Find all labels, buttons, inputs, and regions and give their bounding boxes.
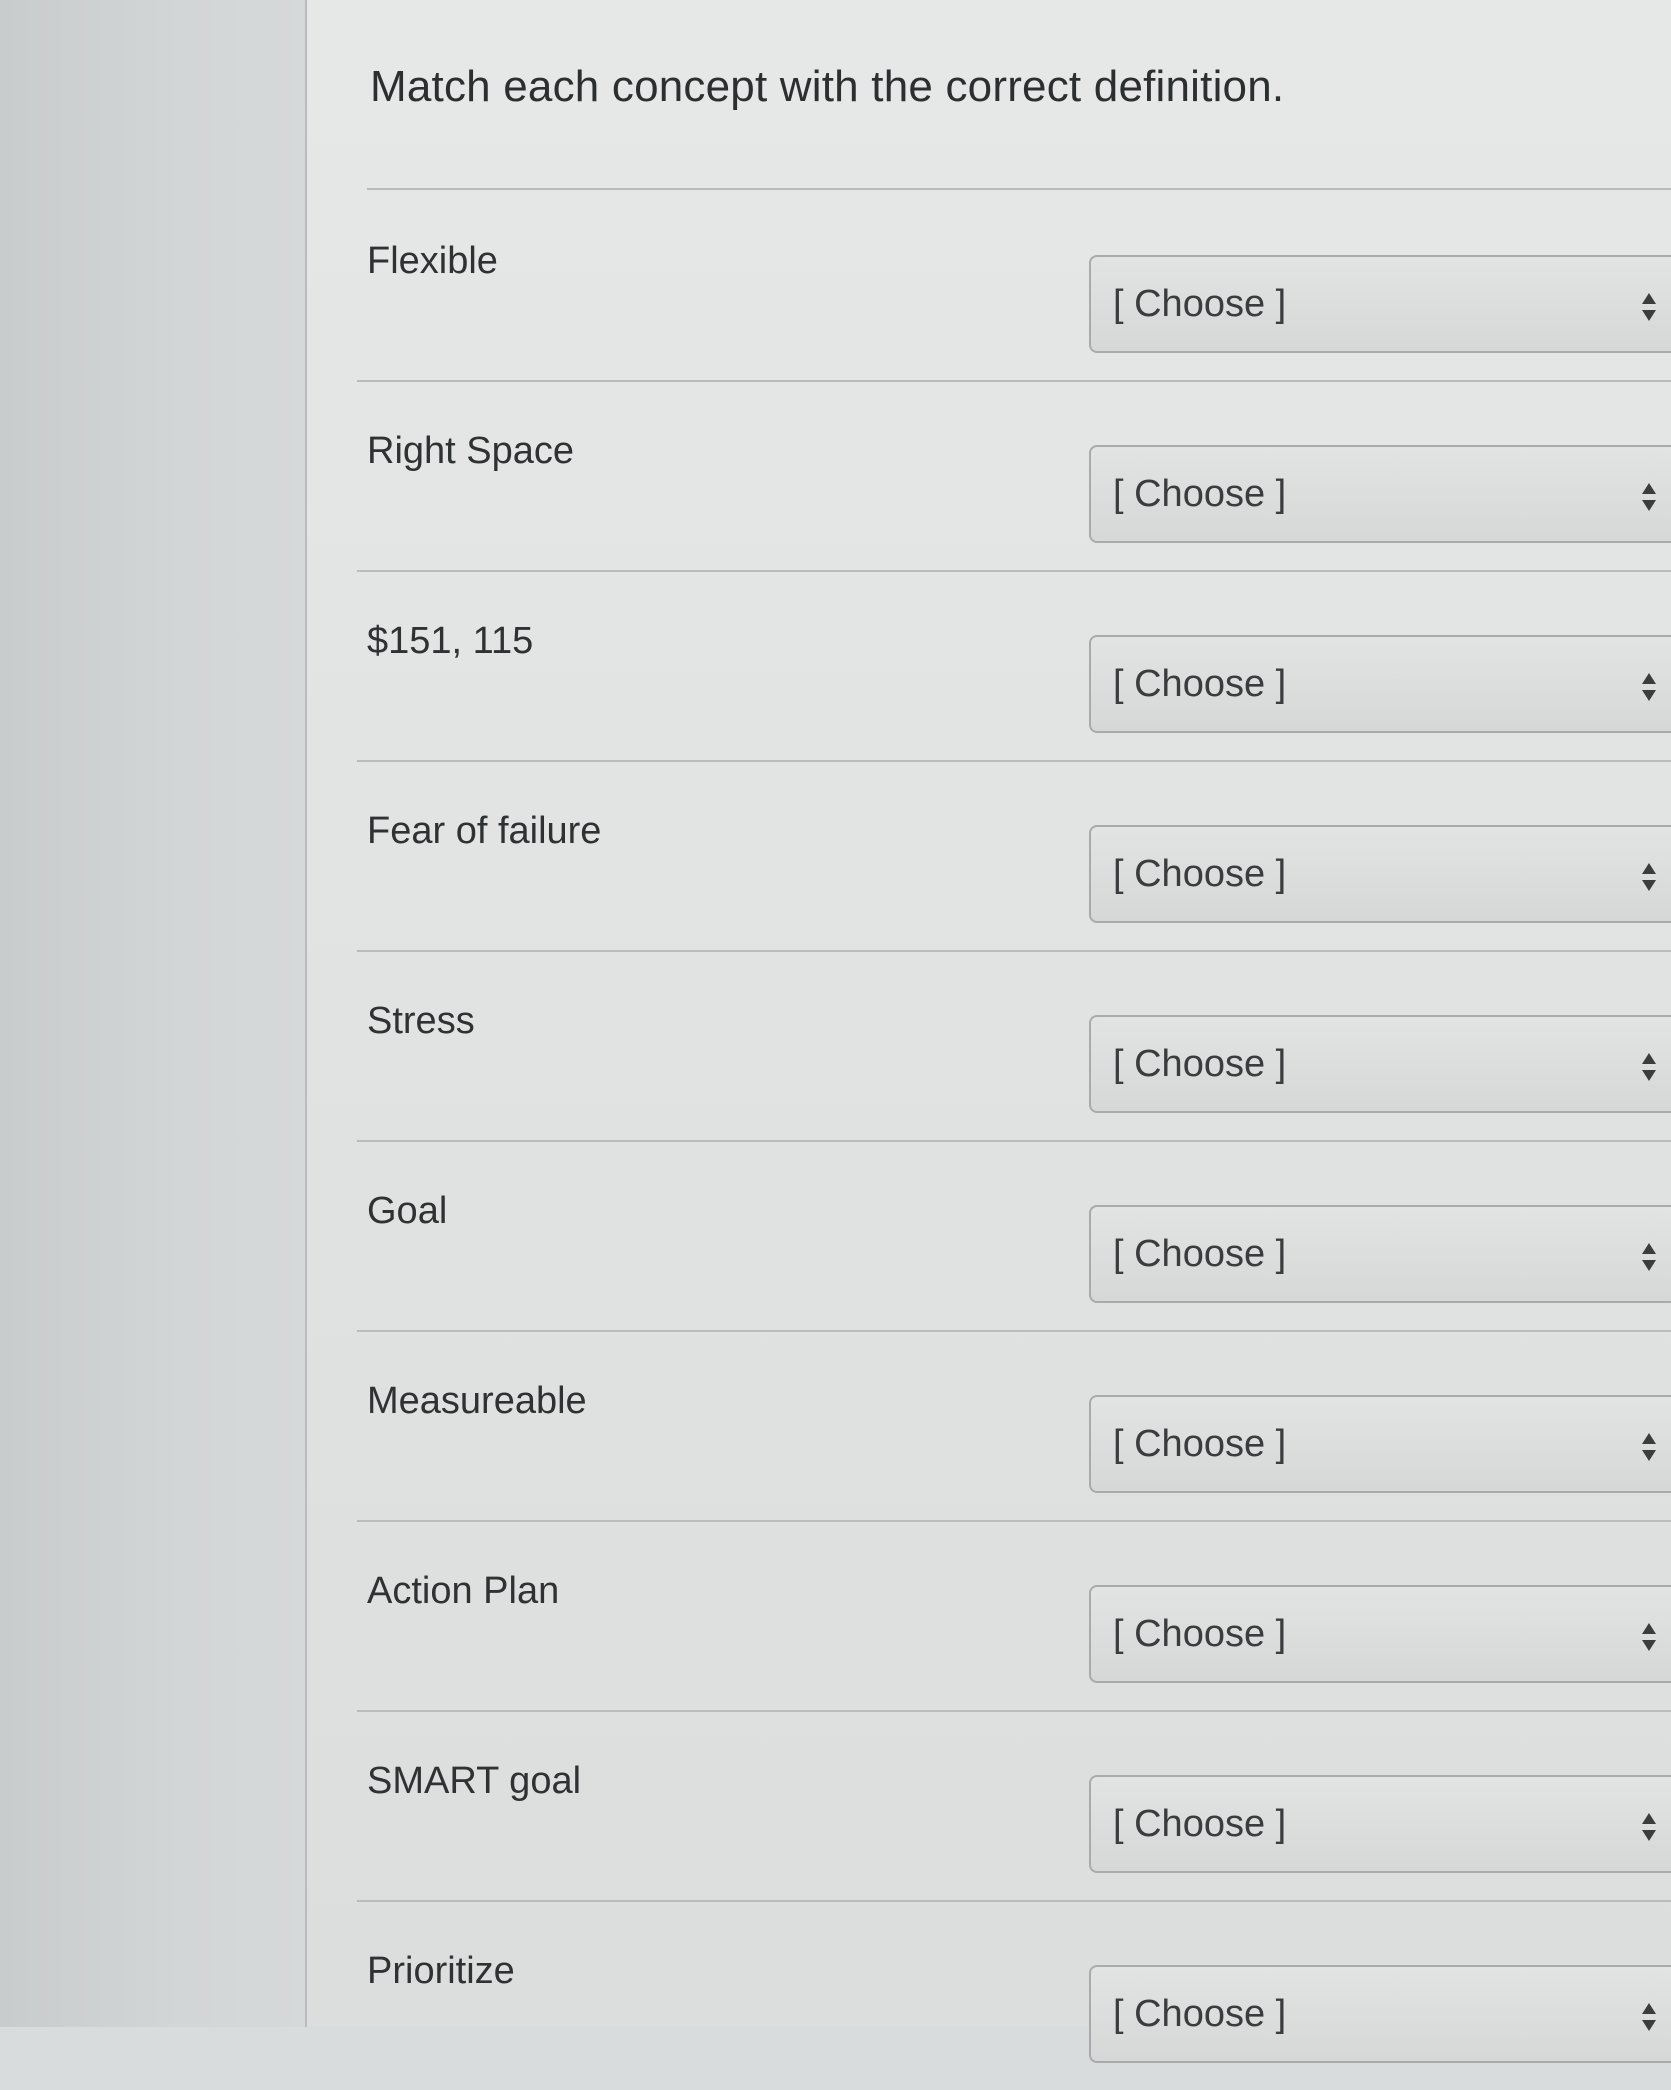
definition-select[interactable]: [ Choose ]: [1089, 1775, 1671, 1873]
select-value: [ Choose ]: [1113, 1803, 1287, 1845]
select-value: [ Choose ]: [1113, 1423, 1287, 1465]
select-value: [ Choose ]: [1113, 1993, 1287, 2035]
select-value: [ Choose ]: [1113, 283, 1287, 325]
match-row: Right Space [ Choose ]: [357, 380, 1671, 572]
match-row: Stress [ Choose ]: [357, 950, 1671, 1142]
definition-select[interactable]: [ Choose ]: [1089, 1205, 1671, 1303]
sort-arrows-icon: [1642, 1243, 1656, 1271]
concept-label: SMART goal: [367, 1760, 582, 1802]
definition-select[interactable]: [ Choose ]: [1089, 1585, 1671, 1683]
concept-label: Prioritize: [367, 1950, 515, 1992]
concept-label: $151, 115: [367, 620, 534, 662]
definition-select[interactable]: [ Choose ]: [1089, 1015, 1671, 1113]
select-value: [ Choose ]: [1113, 473, 1287, 515]
definition-select[interactable]: [ Choose ]: [1089, 825, 1671, 923]
definition-select[interactable]: [ Choose ]: [1089, 635, 1671, 733]
select-value: [ Choose ]: [1113, 1233, 1287, 1275]
select-value: [ Choose ]: [1113, 663, 1287, 705]
select-value: [ Choose ]: [1113, 853, 1287, 895]
sort-arrows-icon: [1642, 673, 1656, 701]
sort-arrows-icon: [1642, 483, 1656, 511]
definition-select[interactable]: [ Choose ]: [1089, 1965, 1671, 2063]
concept-label: Goal: [367, 1190, 448, 1232]
match-row: Flexible [ Choose ]: [357, 190, 1671, 382]
concept-label: Fear of failure: [367, 810, 602, 852]
match-row: $151, 115 [ Choose ]: [357, 570, 1671, 762]
match-row: Fear of failure [ Choose ]: [357, 760, 1671, 952]
sort-arrows-icon: [1642, 293, 1656, 321]
question-title: Match each concept with the correct defi…: [370, 62, 1285, 111]
select-value: [ Choose ]: [1113, 1043, 1287, 1085]
match-row: SMART goal [ Choose ]: [357, 1710, 1671, 1902]
definition-select[interactable]: [ Choose ]: [1089, 445, 1671, 543]
match-row: Measureable [ Choose ]: [357, 1330, 1671, 1522]
sort-arrows-icon: [1642, 863, 1656, 891]
concept-label: Right Space: [367, 430, 575, 472]
question-panel: Match each concept with the correct defi…: [307, 0, 1671, 2063]
page-left-margin: [0, 0, 307, 2027]
concept-label: Flexible: [367, 240, 498, 282]
sort-arrows-icon: [1642, 1623, 1656, 1651]
sort-arrows-icon: [1642, 1053, 1656, 1081]
concept-label: Stress: [367, 1000, 475, 1042]
definition-select[interactable]: [ Choose ]: [1089, 255, 1671, 353]
sort-arrows-icon: [1642, 2003, 1656, 2031]
concept-label: Measureable: [367, 1380, 587, 1422]
concept-label: Action Plan: [367, 1570, 560, 1612]
definition-select[interactable]: [ Choose ]: [1089, 1395, 1671, 1493]
match-row: Prioritize [ Choose ]: [357, 1900, 1671, 2090]
sort-arrows-icon: [1642, 1813, 1656, 1841]
match-row: Goal [ Choose ]: [357, 1140, 1671, 1332]
select-value: [ Choose ]: [1113, 1613, 1287, 1655]
sort-arrows-icon: [1642, 1433, 1656, 1461]
match-row: Action Plan [ Choose ]: [357, 1520, 1671, 1712]
